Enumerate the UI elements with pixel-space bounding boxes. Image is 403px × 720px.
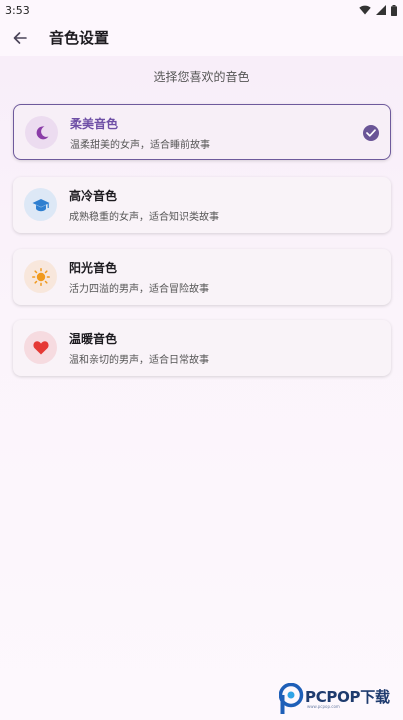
voice-card-cool[interactable]: 高冷音色 成熟稳重的女声，适合知识类故事 [13, 177, 391, 233]
selected-check-icon [363, 125, 379, 141]
section-subtitle: 选择您喜欢的音色 [153, 70, 250, 84]
voice-settings-content: 选择您喜欢的音色 柔美音色 温柔甜美的女声，适合睡前故事 高冷音色 成熟稳重的女… [0, 56, 403, 720]
voice-title: 温暖音色 [69, 332, 118, 346]
voice-title: 柔美音色 [70, 117, 119, 131]
battery-icon [391, 4, 397, 16]
voice-title: 高冷音色 [69, 189, 118, 203]
voice-description: 成熟稳重的女声，适合知识类故事 [69, 212, 219, 223]
status-time: 3:53 [5, 3, 30, 17]
voice-description: 温柔甜美的女声，适合睡前故事 [70, 140, 210, 151]
voice-icon-bg [24, 188, 57, 221]
voice-icon-bg [24, 331, 57, 364]
status-icons [359, 4, 397, 16]
sun-icon [31, 267, 50, 286]
signal-icon [376, 5, 386, 15]
graduation-cap-icon [32, 198, 49, 211]
voice-title: 阳光音色 [69, 261, 118, 275]
app-bar: 音色设置 [0, 20, 403, 56]
pcpop-logo-icon [279, 683, 304, 714]
voice-description: 活力四溢的男声，适合冒险故事 [69, 284, 209, 295]
voice-icon-bg [25, 116, 58, 149]
status-bar: 3:53 [0, 0, 403, 20]
voice-card-warm[interactable]: 温暖音色 温和亲切的男声，适合日常故事 [13, 320, 391, 376]
watermark-subtext: www.pcpop.com [307, 704, 340, 709]
heart-icon [32, 341, 49, 355]
page-title: 音色设置 [49, 29, 110, 47]
voice-icon-bg [24, 260, 57, 293]
voice-description: 温和亲切的男声，适合日常故事 [69, 355, 209, 366]
back-button[interactable] [8, 24, 32, 52]
voice-card-sunny[interactable]: 阳光音色 活力四溢的男声，适合冒险故事 [13, 249, 391, 305]
voice-card-soft[interactable]: 柔美音色 温柔甜美的女声，适合睡前故事 [13, 104, 391, 160]
moon-icon [36, 125, 48, 139]
watermark-logo: PCPOP下载 www.pcpop.com [279, 683, 399, 715]
wifi-icon [359, 5, 371, 15]
arrow-left-icon [13, 32, 27, 44]
